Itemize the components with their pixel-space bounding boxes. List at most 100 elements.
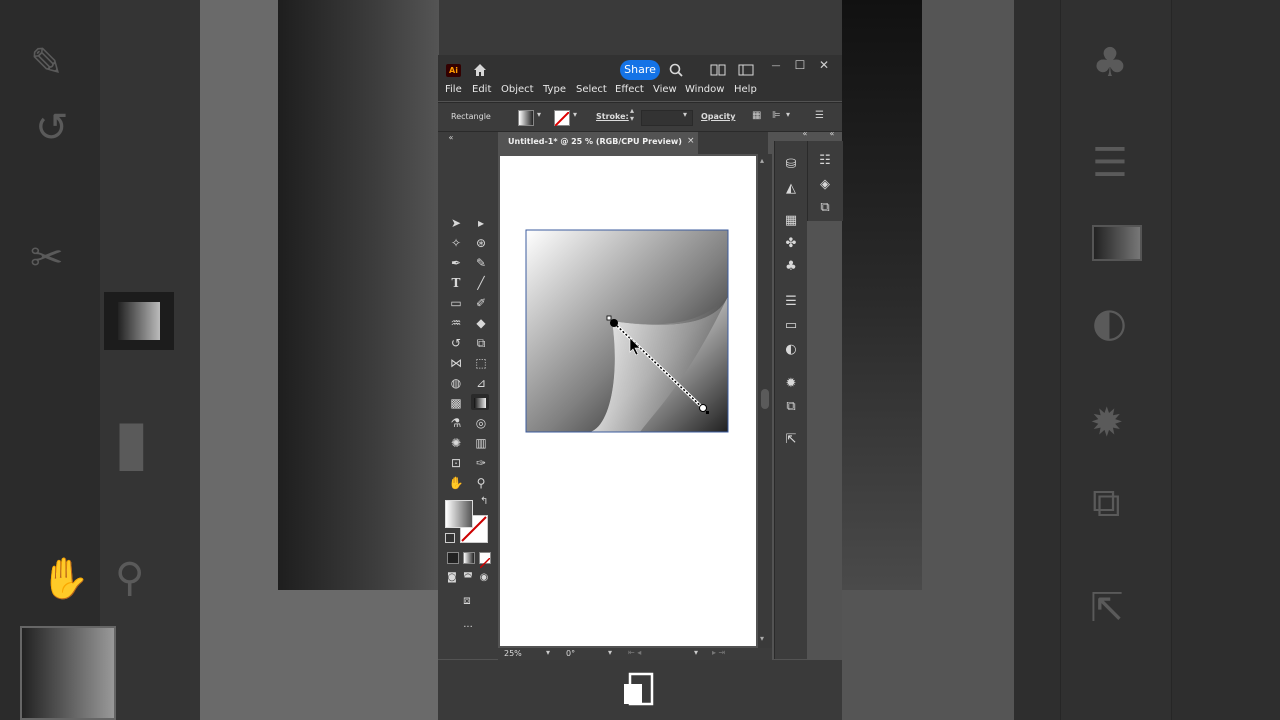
brushes-icon[interactable]: ✤ [781,236,801,251]
lasso-tool-icon[interactable]: ⊛ [472,235,490,251]
slice-tool-icon[interactable]: ✑ [472,455,490,471]
collapse-icon[interactable]: « [795,129,815,138]
properties-icon[interactable]: ◭ [781,181,801,196]
rectangle-tool-icon[interactable]: ▭ [447,295,465,311]
cc-libraries-icon[interactable]: ⛁ [781,157,801,172]
artboard-nav-icon[interactable]: ▸ ⇥ [712,648,725,657]
maximize-icon[interactable]: ☐ [790,58,810,72]
document-tab[interactable]: Untitled-1* @ 25 % (RGB/CPU Preview) × [498,132,698,154]
close-icon[interactable]: ✕ [814,58,834,72]
chevron-down-icon[interactable]: ▾ [608,648,612,657]
artboard-nav-icon[interactable]: ⇤ ◂ [628,648,641,657]
chevron-down-icon[interactable]: ▾ [537,110,541,119]
pen-tool-icon[interactable]: ✒ [447,255,465,271]
artboard-tool-icon[interactable]: ⊡ [447,455,465,471]
menu-view[interactable]: View [653,84,677,95]
shape-builder-tool-icon[interactable]: ◍ [447,375,465,391]
transparency-icon[interactable]: ◐ [781,342,801,357]
menu-icon[interactable]: ☰ [815,110,824,121]
canvas[interactable] [498,154,758,648]
properties-panel-icon[interactable]: ☷ [815,153,835,168]
scroll-down-icon[interactable]: ▾ [760,634,764,643]
tab-close-icon[interactable]: × [687,136,695,146]
shaper-tool-icon[interactable]: ♒ [447,315,465,331]
type-tool-icon[interactable]: T [447,275,465,291]
selection-tool-icon[interactable]: ➤ [447,215,465,231]
layers-icon[interactable]: ◈ [815,177,835,192]
rotation-value[interactable]: 0° [566,649,575,658]
direct-selection-tool-icon[interactable]: ▸ [472,215,490,231]
home-icon[interactable] [472,62,488,78]
swatches-icon[interactable]: ▦ [781,213,801,228]
gradient-tool-icon[interactable] [471,394,489,410]
vertical-scrollbar[interactable]: ▴ ▾ [758,154,772,648]
collapse-icon[interactable]: « [442,130,460,146]
menu-edit[interactable]: Edit [472,84,491,95]
page-curl-artwork[interactable] [500,156,756,646]
paintbrush-tool-icon[interactable]: ✐ [472,295,490,311]
artboards-icon[interactable]: ⧉ [815,200,835,215]
eraser-tool-icon[interactable]: ◆ [472,315,490,331]
fill-color-swatch[interactable] [445,500,473,528]
export-icon[interactable]: ⇱ [781,432,801,447]
collapse-icon[interactable]: « [822,129,842,138]
zoom-level[interactable]: 25% [504,649,522,658]
appearance-icon[interactable]: ✹ [781,376,801,391]
menu-help[interactable]: Help [734,84,757,95]
zoom-tool-icon[interactable]: ⚲ [472,475,490,491]
magic-wand-tool-icon[interactable]: ✧ [447,235,465,251]
scale-tool-icon[interactable]: ⧉ [472,335,490,351]
stroke-panel-icon[interactable]: ☰ [781,294,801,309]
chevron-down-icon[interactable]: ▾ [694,648,698,657]
share-button[interactable]: Share [620,60,660,80]
perspective-grid-tool-icon[interactable]: ⊿ [472,375,490,391]
swap-fill-stroke-icon[interactable]: ↰ [480,496,488,507]
more-tools-icon[interactable]: ... [459,617,477,633]
panel-icon[interactable] [738,64,754,76]
artboard[interactable] [500,156,756,646]
menu-effect[interactable]: Effect [615,84,644,95]
background-fill-swatch [20,626,116,720]
symbols-icon[interactable]: ♣ [781,259,801,274]
free-transform-tool-icon[interactable]: ⬚ [472,355,490,371]
align-icon[interactable]: ▦ [752,110,761,121]
chevron-down-icon[interactable]: ▾ [573,110,577,119]
draw-inside-icon[interactable]: ◉ [475,570,493,586]
chevron-down-icon[interactable]: ▾ [546,648,550,657]
background-panel-icon: ☰ [1092,140,1128,186]
menu-file[interactable]: File [445,84,462,95]
search-icon[interactable] [668,62,684,78]
hand-tool-icon[interactable]: ✋ [447,475,465,491]
symbol-sprayer-tool-icon[interactable]: ✺ [447,435,465,451]
menu-object[interactable]: Object [501,84,534,95]
distribute-icon[interactable]: ⊫ [772,110,781,121]
stepper-icon[interactable]: ▴ ▾ [630,107,634,123]
opacity-label[interactable]: Opacity [701,112,735,121]
curvature-tool-icon[interactable]: ✎ [472,255,490,271]
width-tool-icon[interactable]: ⋈ [447,355,465,371]
scroll-thumb[interactable] [761,389,769,409]
eyedropper-tool-icon[interactable]: ⚗ [447,415,465,431]
fill-swatch[interactable] [518,110,534,126]
gradient-mode-icon[interactable] [463,552,475,564]
stroke-swatch[interactable] [554,110,570,127]
graphic-styles-icon[interactable]: ⧉ [781,399,801,414]
gradient-panel-icon[interactable]: ▭ [781,318,801,333]
mesh-tool-icon[interactable]: ▩ [447,395,465,411]
menu-type[interactable]: Type [543,84,566,95]
none-mode-icon[interactable] [479,552,491,569]
rotate-tool-icon[interactable]: ↺ [447,335,465,351]
chevron-down-icon[interactable]: ▾ [786,110,790,119]
blend-tool-icon[interactable]: ◎ [472,415,490,431]
arrange-documents-icon[interactable] [710,64,726,76]
menu-select[interactable]: Select [576,84,607,95]
column-graph-tool-icon[interactable]: ▥ [472,435,490,451]
color-mode-icon[interactable] [447,552,459,564]
default-colors-icon[interactable] [445,533,455,543]
screen-mode-icon[interactable]: ⧈ [458,592,476,608]
chevron-down-icon[interactable]: ▾ [683,110,687,119]
menu-window[interactable]: Window [685,84,724,95]
minimize-icon[interactable]: — [766,61,786,71]
scroll-up-icon[interactable]: ▴ [760,156,764,165]
line-tool-icon[interactable]: ╱ [472,275,490,291]
